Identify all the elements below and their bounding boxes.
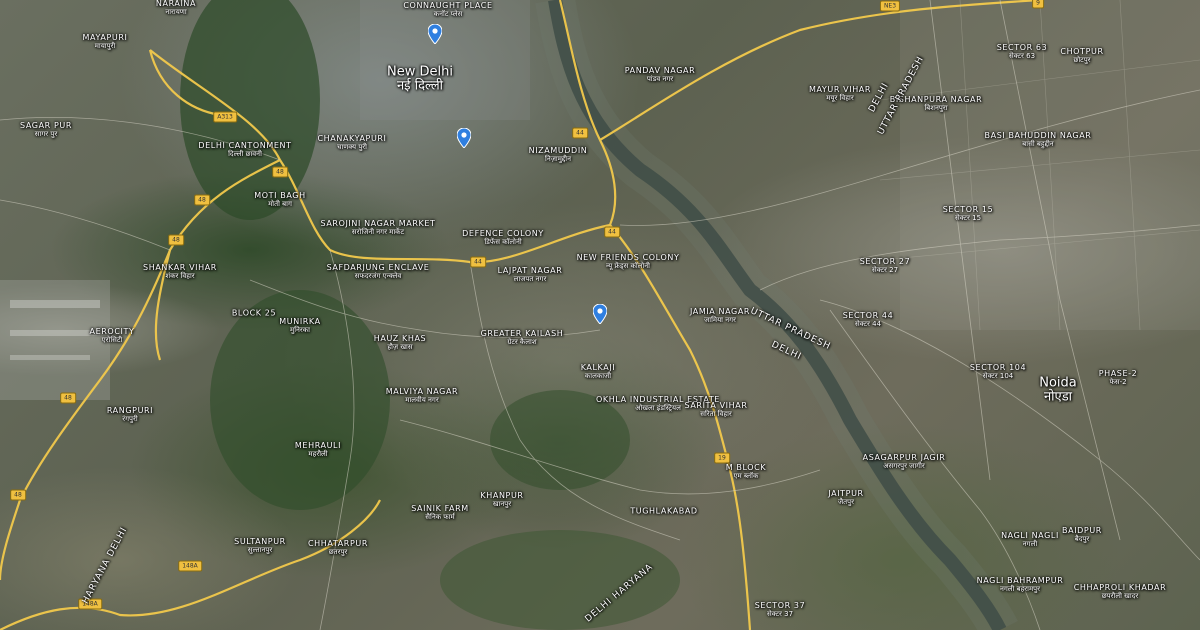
location-pin-icon[interactable] (593, 304, 607, 324)
highway-shield: 48 (60, 392, 76, 404)
place-label[interactable]: SARITA VIHAR सरिता विहार (685, 401, 748, 418)
place-label[interactable]: LAJPAT NAGAR लाजपत नगर (498, 266, 563, 283)
place-label[interactable]: BLOCK 25 (232, 309, 276, 319)
place-label[interactable]: MAYUR VIHAR मयूर विहार (809, 85, 871, 102)
place-label[interactable]: SAROJINI NAGAR MARKET सरोजिनी नगर मार्केट (321, 219, 436, 236)
highway-shield: 48 (168, 234, 184, 246)
place-label[interactable]: TUGHLAKABAD (630, 507, 697, 517)
place-label[interactable]: Nagli Bahrampur नगली बहरामपुर (977, 576, 1064, 593)
place-label[interactable]: MEHRAULI महरौली (295, 441, 341, 458)
place-label[interactable]: SECTOR 15 सेक्टर 15 (943, 205, 994, 222)
place-label[interactable]: Chhaproli Khadar छपरौली खादर (1074, 583, 1167, 600)
highway-shield: 44 (572, 127, 588, 139)
place-label[interactable]: Chotpur छोटपुर (1060, 47, 1103, 64)
place-label[interactable]: JAMIA NAGAR जामिया नगर (690, 307, 750, 324)
place-label[interactable]: SECTOR 44 सेक्टर 44 (843, 311, 894, 328)
place-label[interactable]: Nagli Nagli नगली (1001, 531, 1059, 548)
place-label[interactable]: MUNIRKA मुनिरका (279, 317, 320, 334)
place-label[interactable]: DEFENCE COLONY डिफेंस कॉलोनी (462, 229, 544, 246)
place-label[interactable]: SAINIK FARM सैनिक फार्म (411, 504, 469, 521)
place-label[interactable]: MOTI BAGH मोती बाग (254, 191, 305, 208)
highway-shield: 48 (10, 489, 26, 501)
highway-shield: NE3 (879, 0, 901, 12)
place-label[interactable]: PHASE-2 फेस-2 (1099, 369, 1138, 386)
highway-shield: 48 (194, 194, 210, 206)
place-label[interactable]: NIZAMUDDIN निज़ामुद्दीन (529, 146, 588, 163)
place-label[interactable]: SECTOR 104 सेक्टर 104 (970, 363, 1026, 380)
highway-shield: 48 (272, 166, 288, 178)
place-label[interactable]: CONNAUGHT PLACE कनॉट प्लेस (403, 1, 492, 18)
location-pin-icon[interactable] (457, 128, 471, 148)
highway-shield: 44 (470, 256, 486, 268)
place-label[interactable]: PANDAV NAGAR पांडव नगर (625, 66, 696, 83)
city-label[interactable]: Noida नोएडा (1039, 376, 1077, 406)
place-label[interactable]: KHANPUR खानपुर (480, 491, 523, 508)
place-label[interactable]: SULTANPUR सुल्तानपुर (234, 537, 286, 554)
place-label[interactable]: RANGPURI रंगपुरी (107, 406, 153, 423)
place-label[interactable]: DELHI CANTONMENT दिल्ली छावनी (198, 141, 291, 158)
place-label[interactable]: SECTOR 27 सेक्टर 27 (860, 257, 911, 274)
place-label[interactable]: NEW FRIENDS COLONY न्यू फ्रेंड्स कॉलोनी (577, 253, 680, 270)
satellite-map[interactable]: A313 48 48 48 48 44 44 44 9 NE3 19 148A … (0, 0, 1200, 630)
place-label[interactable]: Basi Bahuddin Nagar बासी बहुद्दीन (985, 131, 1092, 148)
place-label[interactable]: SAFDARJUNG ENCLAVE सफदरजंग एन्क्लेव (327, 263, 430, 280)
place-label[interactable]: JAITPUR जैतपुर (828, 489, 863, 506)
place-label[interactable]: GREATER KAILASH ग्रेटर कैलाश (481, 329, 564, 346)
place-label[interactable]: CHHATARPUR छतरपुर (308, 539, 368, 556)
place-label[interactable]: Baidpur बैदपुर (1062, 526, 1102, 543)
highway-shield: 148A (178, 560, 202, 572)
city-label[interactable]: New Delhi नई दिल्ली (387, 65, 453, 95)
place-label[interactable]: M BLOCK एम ब्लॉक (726, 463, 766, 480)
highway-shield: 44 (604, 226, 620, 238)
place-label[interactable]: NARAINA नारायणा (156, 0, 196, 16)
place-label[interactable]: AEROCITY एरोसिटी (90, 327, 135, 344)
location-pin-icon[interactable] (428, 24, 442, 44)
place-label[interactable]: MAYAPURI मायापुरी (83, 33, 128, 50)
highway-shield: 9 (1032, 0, 1044, 9)
place-label[interactable]: MALVIYA NAGAR मालवीय नगर (386, 387, 458, 404)
place-label[interactable]: HAUZ KHAS हौज़ खास (374, 334, 426, 351)
place-label[interactable]: SECTOR 63 सेक्टर 63 (997, 43, 1048, 60)
place-label[interactable]: SECTOR 37 सेक्टर 37 (755, 601, 806, 618)
highway-shield: A313 (213, 111, 237, 123)
place-label[interactable]: KALKAJI कालकाजी (581, 363, 616, 380)
place-label[interactable]: SHANKAR VIHAR शंकर विहार (143, 263, 217, 280)
place-label[interactable]: Asagarpur Jagir असगरपुर जागीर (863, 453, 946, 470)
place-label[interactable]: CHANAKYAPURI चाणक्य पुरी (317, 134, 386, 151)
place-label[interactable]: SAGAR PUR सागर पुर (20, 121, 72, 138)
